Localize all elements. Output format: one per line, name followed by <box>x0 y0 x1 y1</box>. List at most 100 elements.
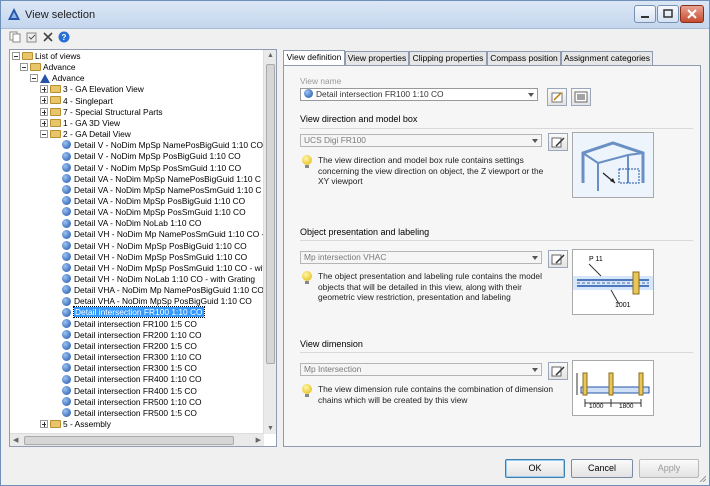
scroll-right-icon[interactable]: ▶ <box>256 436 261 444</box>
rename-button[interactable] <box>547 88 567 106</box>
views-tree[interactable]: List of views Advance Advance 3 - GA Elevat… <box>9 49 277 447</box>
view-settings-button[interactable] <box>571 88 591 106</box>
paste-icon[interactable] <box>26 31 38 43</box>
scroll-thumb[interactable] <box>266 64 275 364</box>
expand-icon[interactable] <box>40 419 48 428</box>
tree-item-view[interactable]: Detail VA - NoDim MpSp NamePosSmGuid 1:1… <box>62 185 261 196</box>
ok-button[interactable]: OK <box>505 459 565 478</box>
view-icon <box>62 173 71 183</box>
tree-item-folder[interactable]: Advance <box>30 73 85 84</box>
chevron-down-icon <box>526 90 536 99</box>
scroll-up-icon[interactable]: ▲ <box>267 52 274 59</box>
tree-item-label: Detail VH - NoDim MpSp PosSmGuid 1:10 CO… <box>74 262 264 273</box>
resize-grip-icon[interactable] <box>698 474 706 482</box>
collapse-icon[interactable] <box>20 62 28 71</box>
scroll-thumb-horizontal[interactable] <box>24 436 234 445</box>
info-bulb-icon <box>302 155 312 169</box>
tree-item-view[interactable]: Detail V - NoDim MpSp NamePosBigGuid 1:1… <box>62 140 263 151</box>
expand-icon[interactable] <box>40 118 48 127</box>
view-icon <box>62 285 71 295</box>
tree-item-view[interactable]: Detail VH - NoDim Mp NamePosSmGuid 1:10 … <box>62 229 264 240</box>
rename-icon <box>551 92 563 103</box>
tree-item-view[interactable]: Detail intersection FR300 1:5 CO <box>62 363 197 374</box>
tree-item-view[interactable]: Detail intersection FR500 1:10 CO <box>62 397 202 408</box>
tree-item-view[interactable]: Detail VA - NoDim NoLab 1:10 CO <box>62 218 201 229</box>
view-name-combo[interactable]: Detail intersection FR100 1:10 CO <box>300 88 538 101</box>
help-icon[interactable]: ? <box>58 31 70 43</box>
tab-view-properties[interactable]: View properties <box>345 51 409 65</box>
tree-item-folder[interactable]: 3 - GA Elevation View <box>40 84 144 95</box>
object-presentation-combo[interactable]: Mp intersection VHAC <box>300 251 542 264</box>
minimize-button[interactable] <box>634 5 656 23</box>
collapse-icon[interactable] <box>30 74 38 83</box>
title-bar[interactable]: View selection <box>1 1 709 29</box>
tree-item-view[interactable]: Detail V - NoDim MpSp PosSmGuid 1:10 CO <box>62 163 241 174</box>
delete-icon[interactable] <box>42 31 54 43</box>
tree-item-view[interactable]: Detail VH - NoDim MpSp PosSmGuid 1:10 CO… <box>62 263 264 274</box>
tree-item-view[interactable]: Detail intersection FR100 1:5 CO <box>62 319 197 330</box>
tree-item-folder[interactable]: List of views <box>12 51 81 62</box>
tree-item-folder[interactable]: 7 - Special Structural Parts <box>40 107 163 118</box>
tree-item-view[interactable]: Detail intersection FR400 1:5 CO <box>62 386 197 397</box>
object-presentation-description: The object presentation and labeling rul… <box>318 271 542 302</box>
maximize-button[interactable] <box>657 5 679 23</box>
edit-view-direction-button[interactable] <box>548 133 568 151</box>
close-button[interactable] <box>680 5 704 23</box>
tree-item-view[interactable]: Detail VH - NoDim MpSp PosBigGuid 1:10 C… <box>62 241 247 252</box>
object-presentation-preview-image: P 11 1001 <box>572 249 654 315</box>
tree-item-view[interactable]: Detail intersection FR300 1:10 CO <box>62 352 202 363</box>
tree-vertical-scrollbar[interactable]: ▲ ▼ <box>263 50 276 434</box>
tree-item-view[interactable]: Detail VA - NoDim MpSp NamePosBigGuid 1:… <box>62 174 261 185</box>
tree-item-view[interactable]: Detail intersection FR200 1:5 CO <box>62 341 197 352</box>
tree-item-view[interactable]: Detail VHA - NoDim MpSp PosBigGuid 1:10 … <box>62 296 252 307</box>
tree-item-view[interactable]: Detail intersection FR100 1:10 CO <box>62 306 205 319</box>
tree-item-view[interactable]: Detail VA - NoDim MpSp PosBigGuid 1:10 C… <box>62 196 245 207</box>
window-title: View selection <box>25 9 96 21</box>
cancel-button[interactable]: Cancel <box>571 459 633 478</box>
tree-item-folder[interactable]: 2 - GA Detail View <box>40 129 131 140</box>
edit-view-dimension-button[interactable] <box>548 362 568 380</box>
close-icon <box>687 9 697 19</box>
tree-item-view[interactable]: Detail VH - NoDim MpSp PosSmGuid 1:10 CO <box>62 252 247 263</box>
tree-item-label: Detail VHA - NoDim MpSp PosBigGuid 1:10 … <box>74 296 252 307</box>
apply-button[interactable]: Apply <box>639 459 699 478</box>
chevron-down-icon <box>530 253 540 262</box>
tab-compass-position[interactable]: Compass position <box>487 51 561 65</box>
tree-item-view[interactable]: Detail VHA - NoDim Mp NamePosBigGuid 1:1… <box>62 285 264 296</box>
tree-item-view[interactable]: Detail intersection FR200 1:10 CO <box>62 330 202 341</box>
maximize-icon <box>663 9 673 18</box>
tree-item-folder[interactable]: 1 - GA 3D View <box>40 118 120 129</box>
tree-item-folder[interactable]: Advance <box>20 62 76 73</box>
tab-assignment-categories[interactable]: Assignment categories <box>561 51 653 65</box>
tree-item-view[interactable]: Detail intersection FR400 1:10 CO <box>62 374 202 385</box>
expand-icon[interactable] <box>40 85 48 94</box>
view-icon <box>62 162 71 172</box>
view-icon <box>62 363 71 373</box>
tab-clipping-properties[interactable]: Clipping properties <box>409 51 487 65</box>
copy-icon[interactable] <box>9 31 21 43</box>
tree-item-label: Detail VA - NoDim NoLab 1:10 CO <box>74 218 202 229</box>
tree-item-label: Detail intersection FR200 1:10 CO <box>74 329 202 340</box>
view-direction-combo[interactable]: UCS Digi FR100 <box>300 134 542 147</box>
tab-view-definition[interactable]: View definition <box>283 50 345 66</box>
collapse-icon[interactable] <box>40 129 48 138</box>
expand-icon[interactable] <box>40 96 48 105</box>
section-divider <box>300 240 693 241</box>
tree-item-view[interactable]: Detail intersection FR500 1:5 CO <box>62 408 197 419</box>
tree-item-folder[interactable]: 5 - Assembly <box>40 419 111 430</box>
scroll-left-icon[interactable]: ◀ <box>13 436 18 444</box>
scroll-down-icon[interactable]: ▼ <box>267 425 274 432</box>
tree-item-view[interactable]: Detail VH - NoDim NoLab 1:10 CO - with G… <box>62 274 255 285</box>
collapse-icon[interactable] <box>12 51 20 60</box>
tree-item-label: Advance <box>52 73 85 84</box>
tree-horizontal-scrollbar[interactable]: ◀ ▶ <box>10 433 264 446</box>
tree-item-view[interactable]: Detail VA - NoDim MpSp PosSmGuid 1:10 CO <box>62 207 246 218</box>
folder-icon <box>50 129 61 138</box>
expand-icon[interactable] <box>40 107 48 116</box>
tree-item-folder[interactable]: 4 - Singlepart <box>40 96 113 107</box>
view-dimension-combo[interactable]: Mp Intersection <box>300 363 542 376</box>
tree-item-view[interactable]: Detail V - NoDim MpSp PosBigGuid 1:10 CO <box>62 151 241 162</box>
section-heading-object-presentation: Object presentation and labeling <box>300 227 430 237</box>
edit-object-presentation-button[interactable] <box>548 250 568 268</box>
info-bulb-icon <box>302 384 312 398</box>
